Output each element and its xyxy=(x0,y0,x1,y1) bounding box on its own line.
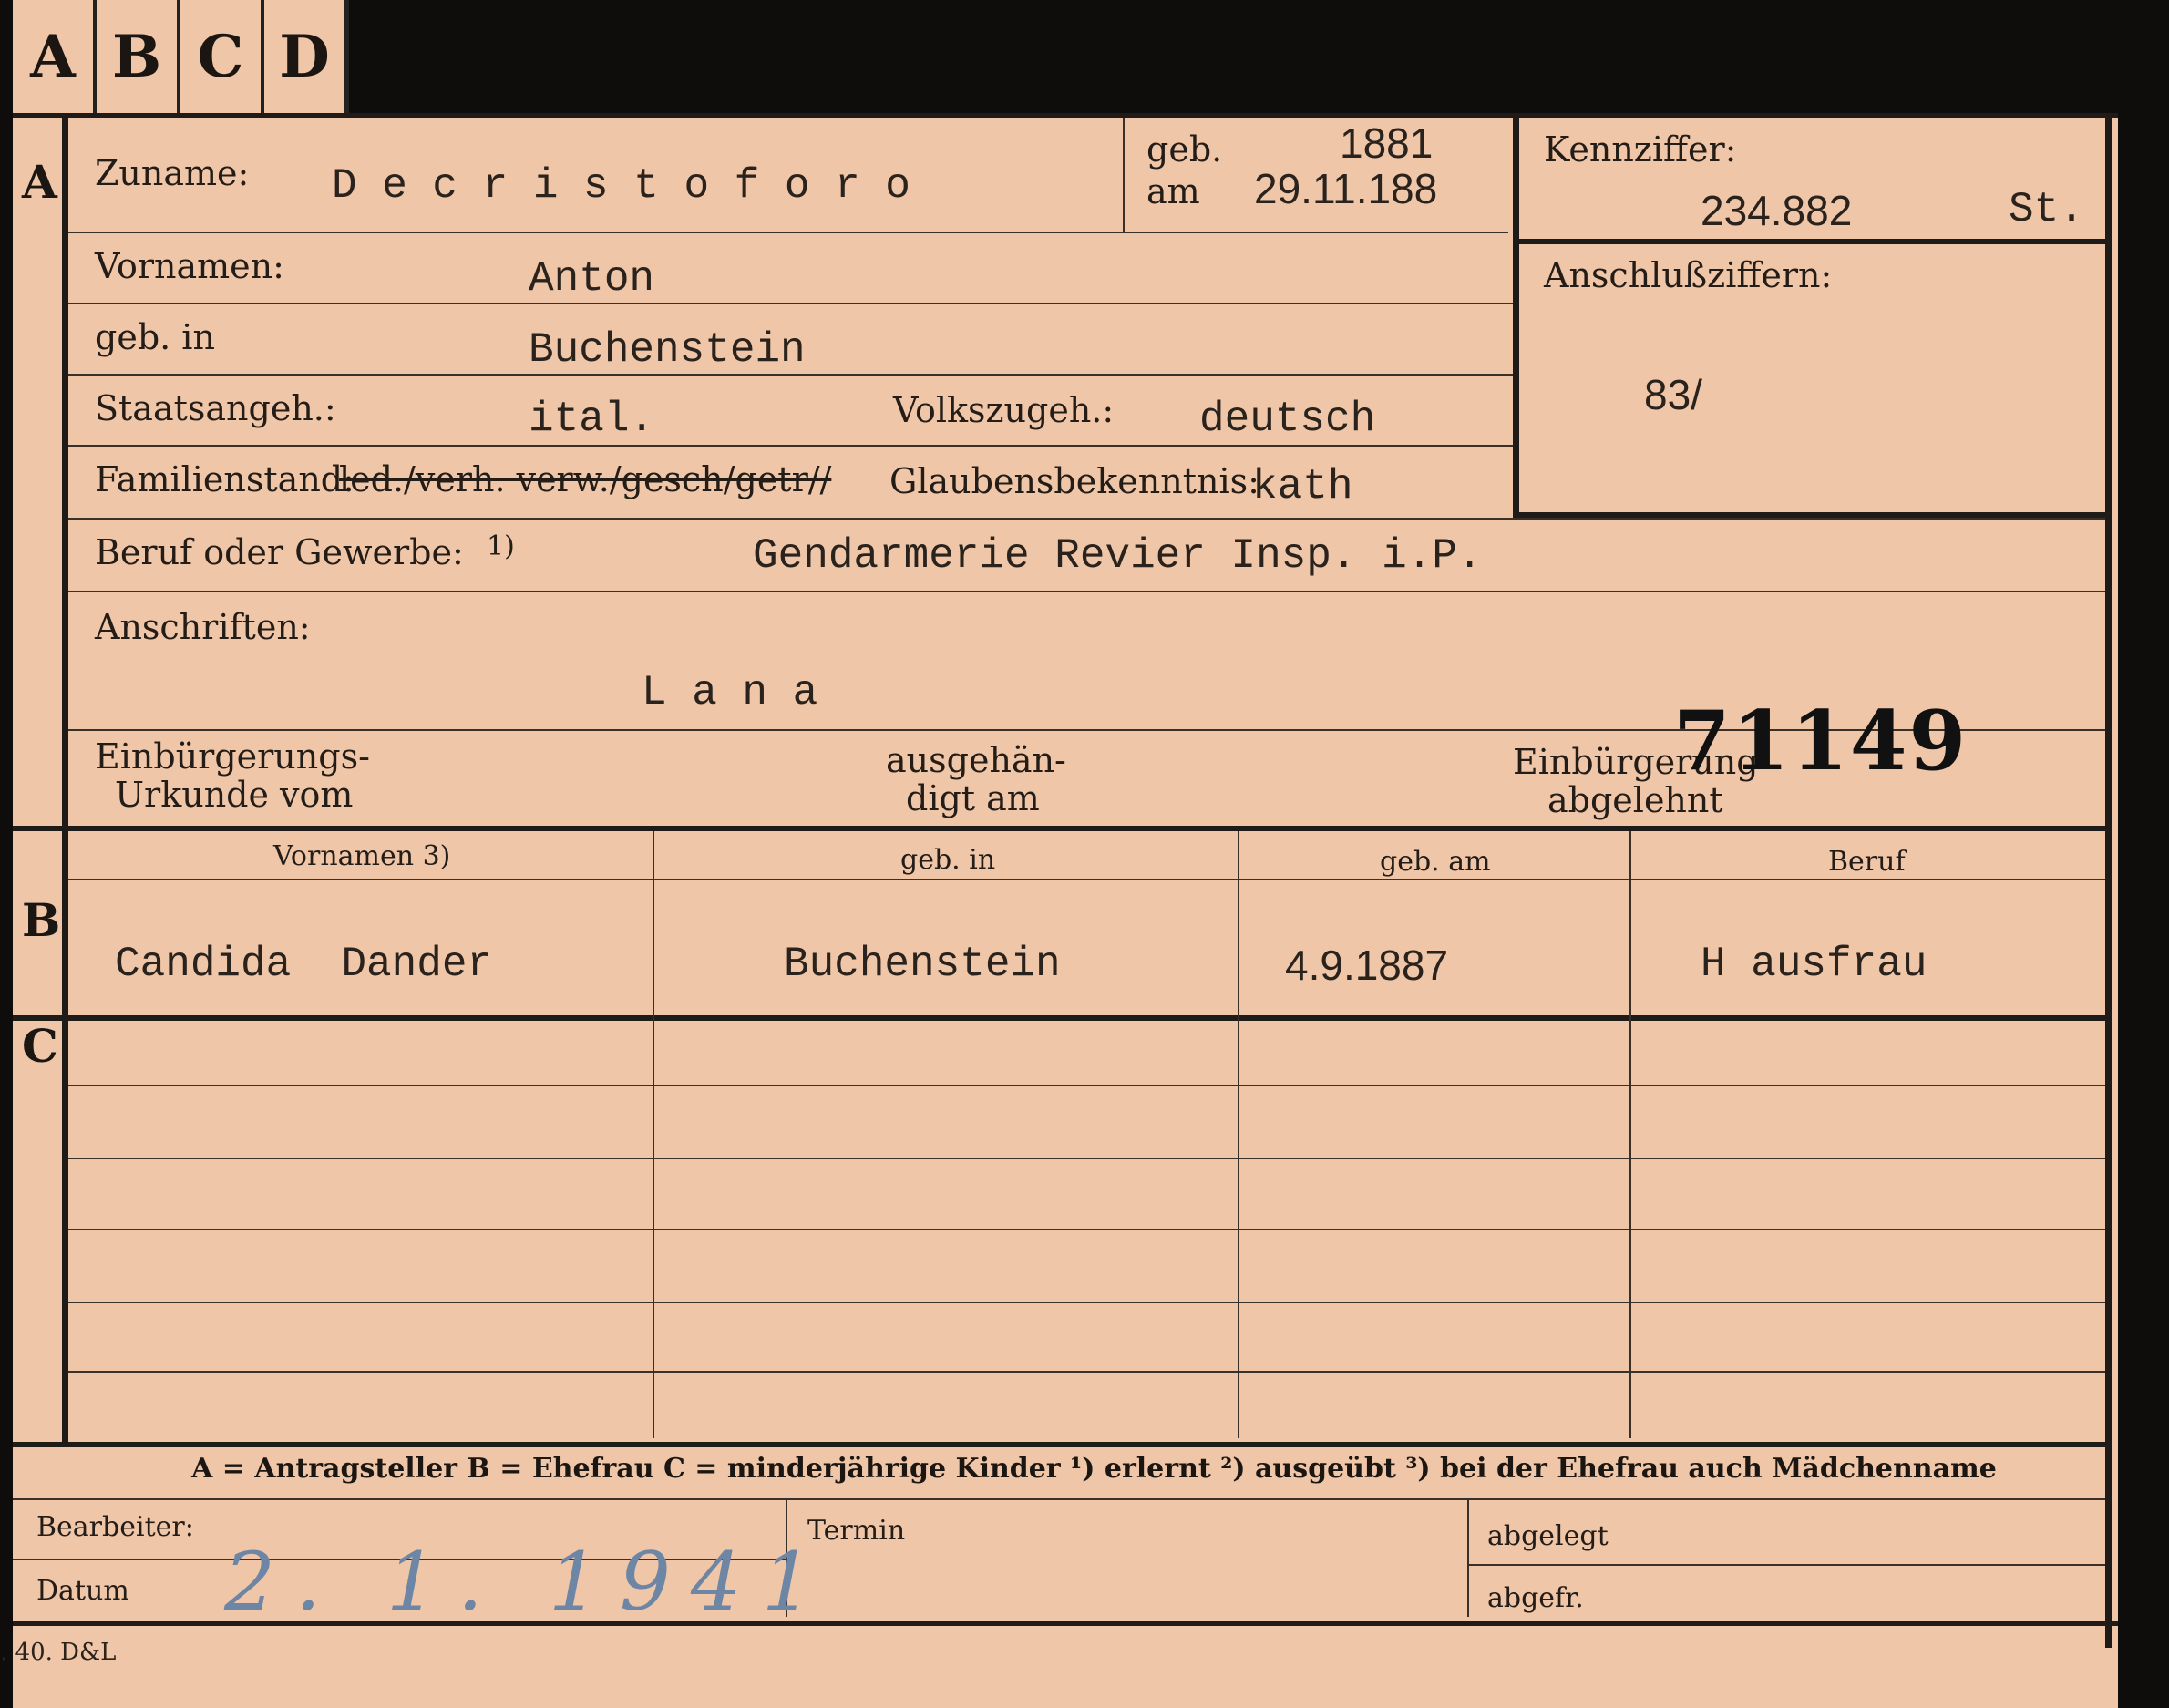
section-divider-bc xyxy=(13,1015,2105,1021)
ausgehaendigt-label-2: digt am xyxy=(906,778,1040,818)
section-b-marker: B xyxy=(22,893,61,947)
col-line xyxy=(1629,831,1631,1438)
geb-in-value: Buchenstein xyxy=(529,326,806,374)
kennziffer-label: Kennziffer: xyxy=(1544,129,1737,170)
volkszugeh-label: Volkszugeh.: xyxy=(893,390,1115,430)
col-line xyxy=(1467,1498,1469,1617)
abgefr-label: abgefr. xyxy=(1487,1582,1584,1614)
tab-c: C xyxy=(180,0,264,113)
abgelegt-label: abgelegt xyxy=(1487,1520,1609,1552)
row-line xyxy=(68,1085,2105,1086)
geb-in-label: geb. in xyxy=(95,317,215,357)
row-line xyxy=(68,1302,2105,1303)
row-line xyxy=(68,1371,2105,1373)
row-line xyxy=(68,1158,2105,1159)
print-mark: . 40. D&L xyxy=(0,1639,117,1666)
born-date: 29.11.188 xyxy=(1254,165,1438,212)
spouse-birthdate: 4.9.1887 xyxy=(1285,941,1449,989)
col-line xyxy=(653,831,654,1438)
staatsangeh-label: Staatsangeh.: xyxy=(95,388,336,428)
col-header-vornamen: Vornamen 3) xyxy=(273,840,451,872)
datum-value: 2. 1. 1941 xyxy=(224,1535,833,1629)
row-line xyxy=(68,232,1508,233)
termin-label: Termin xyxy=(807,1515,906,1547)
beruf-value: Gendarmerie Revier Insp. i.P. xyxy=(753,532,1483,580)
surname-value: D e c r i s t o f o r o xyxy=(332,162,910,210)
right-border xyxy=(2105,113,2112,1648)
tab-a: A xyxy=(13,0,97,113)
anschriften-value: L a n a xyxy=(642,669,818,716)
vornamen-value: Anton xyxy=(529,255,655,303)
born-label-am: am xyxy=(1146,171,1200,211)
row-line xyxy=(68,518,2105,520)
legend-bottom-rule xyxy=(13,1498,2105,1500)
glaubens-value: kath xyxy=(1252,463,1353,510)
section-a-marker: A xyxy=(22,155,57,209)
vornamen-label: Vornamen: xyxy=(95,246,284,286)
row-line xyxy=(68,879,2105,880)
spouse-name: Candida Dander xyxy=(115,941,493,988)
anschluss-value: 83/ xyxy=(1644,371,1702,418)
left-margin-rule xyxy=(62,113,68,1444)
tab-d: D xyxy=(279,22,330,91)
col-line xyxy=(1123,118,1125,232)
born-year: 1881 xyxy=(1340,119,1434,167)
anschluss-label: Anschlußziffern: xyxy=(1544,255,1833,295)
legend-top-rule xyxy=(13,1442,2105,1447)
bearbeiter-label: Bearbeiter: xyxy=(36,1511,194,1543)
einb-urkunde-label-1: Einbürgerungs- xyxy=(95,736,370,777)
beruf-label: Beruf oder Gewerbe: xyxy=(95,532,464,572)
top-border xyxy=(13,113,2118,118)
kennziffer-box-bottom xyxy=(1513,239,2105,244)
familienstand-options: led./verh. verw./gesch/getr// xyxy=(339,459,832,499)
volkszugeh-value: deutsch xyxy=(1199,396,1376,443)
col-header-geb-in: geb. in xyxy=(900,844,996,876)
familienstand-label: Familienstand: xyxy=(95,459,355,499)
einb-urkunde-label-2: Urkunde vom xyxy=(115,775,354,815)
col-header-beruf: Beruf xyxy=(1828,846,1906,878)
tab-b: B xyxy=(97,0,180,113)
section-divider-ab xyxy=(13,826,2105,831)
legend: A = Antragsteller B = Ehefrau C = minder… xyxy=(191,1453,1997,1485)
surname-label: Zuname: xyxy=(95,153,250,193)
col-line xyxy=(1238,831,1239,1438)
row-line xyxy=(68,445,1513,447)
stamp-number: 71149 xyxy=(1673,693,1969,789)
row-line xyxy=(68,591,2105,592)
anschriften-label: Anschriften: xyxy=(95,607,311,647)
glaubens-label: Glaubensbekenntnis: xyxy=(889,461,1259,501)
spouse-birthplace: Buchenstein xyxy=(784,941,1061,988)
kennziffer-suffix: St. xyxy=(2009,186,2084,233)
spouse-occupation: H ausfrau xyxy=(1701,941,1927,988)
row-line xyxy=(68,303,1513,304)
col-header-geb-am: geb. am xyxy=(1380,846,1491,878)
ausgehaendigt-label-1: ausgehän- xyxy=(886,740,1066,780)
kennziffer-value: 234.882 xyxy=(1701,187,1853,234)
row-line xyxy=(68,374,1513,376)
staatsangeh-value: ital. xyxy=(529,396,655,443)
kennziffer-box-left xyxy=(1513,118,1519,520)
beruf-note: 1) xyxy=(487,530,515,562)
row-line xyxy=(1467,1564,2105,1566)
section-c-marker: C xyxy=(22,1019,58,1073)
datum-label: Datum xyxy=(36,1575,129,1607)
row-line xyxy=(68,1229,2105,1230)
index-tabs: A B C D xyxy=(13,0,349,117)
born-label: geb. xyxy=(1146,129,1223,170)
